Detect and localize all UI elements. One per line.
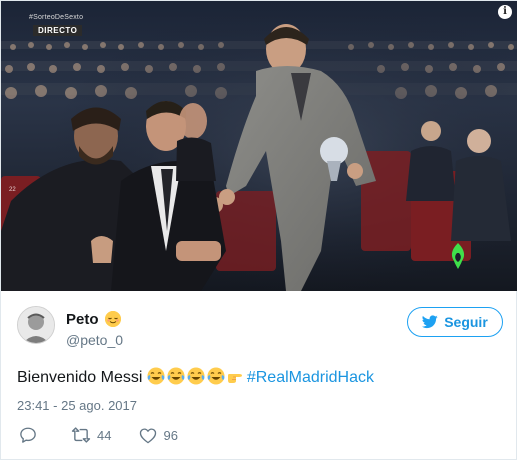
tweet-text: Bienvenido Messi #RealMadridHack [17, 367, 374, 387]
tweet-actions: 44 96 [19, 425, 206, 445]
live-badge: DIRECTO [33, 25, 83, 36]
info-icon[interactable]: i [498, 5, 512, 19]
avatar[interactable] [17, 306, 55, 344]
reply-icon [20, 427, 36, 443]
retweet-icon [71, 427, 91, 443]
like-count: 96 [163, 427, 178, 443]
tears-of-joy-emoji [167, 367, 185, 385]
ceremony-handshake-image: 22 [1, 1, 517, 291]
tears-of-joy-emoji [147, 367, 165, 385]
relieved-face-emoji [104, 311, 121, 327]
tweet-card: 22 #SorteoDeSexto DIRECTO i Peto @peto_0… [0, 0, 517, 460]
bird-icon [422, 315, 438, 329]
reply-button[interactable] [19, 426, 43, 444]
tweet-timestamp[interactable]: 23:41 - 25 ago. 2017 [17, 398, 137, 413]
tears-of-joy-emoji [207, 367, 225, 385]
heart-icon [140, 427, 157, 443]
tweet-media[interactable]: 22 #SorteoDeSexto DIRECTO i [1, 1, 517, 291]
tears-of-joy-emoji [187, 367, 205, 385]
follow-button-label: Seguir [444, 314, 488, 330]
retweet-button[interactable]: 44 [71, 426, 111, 444]
avatar-image [18, 307, 54, 343]
svg-text:22: 22 [9, 187, 16, 193]
author-handle[interactable]: @peto_0 [66, 332, 123, 348]
hashtag-link[interactable]: #RealMadridHack [247, 369, 374, 386]
channel-hashtag: #SorteoDeSexto [29, 14, 84, 21]
tweet-text-body: Bienvenido Messi [17, 369, 147, 386]
author-name[interactable]: Peto [66, 311, 121, 328]
channel-logo-icon [451, 243, 465, 269]
like-button[interactable]: 96 [139, 427, 178, 444]
author-name-text: Peto [66, 311, 99, 328]
follow-button[interactable]: Seguir [407, 307, 503, 337]
backhand-pointing-right-emoji [227, 374, 242, 383]
retweet-count: 44 [97, 427, 112, 443]
author-row: Peto @peto_0 Seguir [17, 306, 503, 352]
